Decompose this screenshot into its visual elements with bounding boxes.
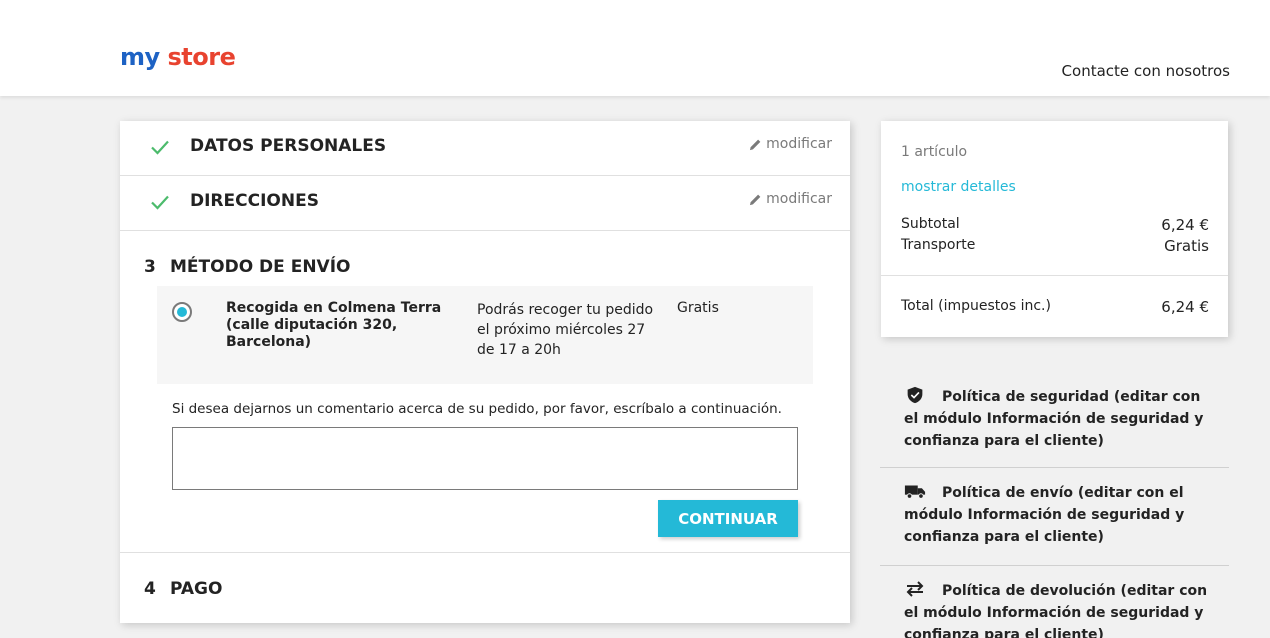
modify-label: modificar: [766, 191, 832, 207]
site-header: my store Contacte con nosotros: [0, 0, 1270, 96]
summary-divider: [881, 275, 1228, 276]
subtotal-label: Subtotal: [901, 216, 960, 232]
step-personal-info[interactable]: Datos personales modificar: [120, 121, 850, 176]
carrier-radio[interactable]: [172, 302, 192, 322]
reassurance-text: Política de envío (editar con el módulo …: [904, 485, 1185, 545]
comment-label: Si desea dejarnos un comentario acerca d…: [172, 401, 782, 417]
truck-icon: [904, 485, 926, 499]
shipping-value: Gratis: [1164, 237, 1209, 255]
modify-personal-info-link[interactable]: modificar: [749, 136, 832, 152]
shield-icon: [907, 386, 923, 404]
total-value: 6,24 €: [1161, 298, 1209, 316]
contact-link[interactable]: Contacte con nosotros: [1062, 62, 1230, 80]
reassurance-text: Política de devolución (editar con el mó…: [904, 583, 1208, 638]
items-count: 1 artículo: [901, 144, 968, 160]
modify-label: modificar: [766, 136, 832, 152]
checkout-steps: Datos personales modificar Direcciones m…: [120, 121, 850, 623]
order-comment-input[interactable]: [172, 427, 798, 490]
step-title: Direcciones: [190, 191, 319, 211]
logo-part-store: store: [167, 43, 236, 71]
reassurance-block: Política de seguridad (editar con el mód…: [880, 372, 1229, 638]
modify-addresses-link[interactable]: modificar: [749, 191, 832, 207]
step-payment: 4 Pago: [120, 553, 850, 623]
shipping-label: Transporte: [901, 237, 976, 253]
step-title: Método de envío: [170, 257, 351, 277]
step-number: 4: [144, 579, 156, 599]
subtotal-value: 6,24 €: [1161, 216, 1209, 234]
reassurance-shipping: Política de envío (editar con el módulo …: [880, 468, 1229, 566]
show-details-link[interactable]: mostrar detalles: [901, 179, 1016, 195]
carrier-price: Gratis: [677, 300, 719, 316]
carrier-delay: Podrás recoger tu pedido el próximo miér…: [477, 302, 654, 358]
total-label: Total (impuestos inc.): [901, 298, 1051, 314]
subtotal-row: Subtotal 6,24 €: [901, 216, 1209, 234]
checkmark-icon: [151, 140, 169, 155]
reassurance-security: Política de seguridad (editar con el mód…: [880, 372, 1229, 468]
store-logo[interactable]: my store: [120, 42, 236, 72]
cart-summary: 1 artículo mostrar detalles Subtotal 6,2…: [881, 121, 1228, 337]
pencil-icon: [750, 194, 761, 205]
step-shipping-method: 3 Método de envío Recogida en Colmena Te…: [120, 231, 850, 553]
shipping-row: Transporte Gratis: [901, 237, 1209, 255]
reassurance-returns: Política de devolución (editar con el mó…: [880, 566, 1229, 638]
checkmark-icon: [151, 195, 169, 210]
carrier-option[interactable]: Recogida en Colmena Terra (calle diputac…: [157, 286, 813, 384]
step-title: Datos personales: [190, 136, 387, 156]
total-row: Total (impuestos inc.) 6,24 €: [901, 298, 1209, 316]
continue-button[interactable]: Continuar: [658, 500, 798, 537]
logo-part-my: my: [120, 43, 160, 71]
step-number: 3: [144, 257, 156, 277]
step-addresses[interactable]: Direcciones modificar: [120, 176, 850, 231]
carrier-name: Recogida en Colmena Terra (calle diputac…: [226, 300, 442, 350]
step-title: Pago: [170, 579, 223, 599]
reassurance-text: Política de seguridad (editar con el mód…: [904, 389, 1204, 449]
pencil-icon: [750, 139, 761, 150]
swap-arrows-icon: [906, 581, 924, 597]
